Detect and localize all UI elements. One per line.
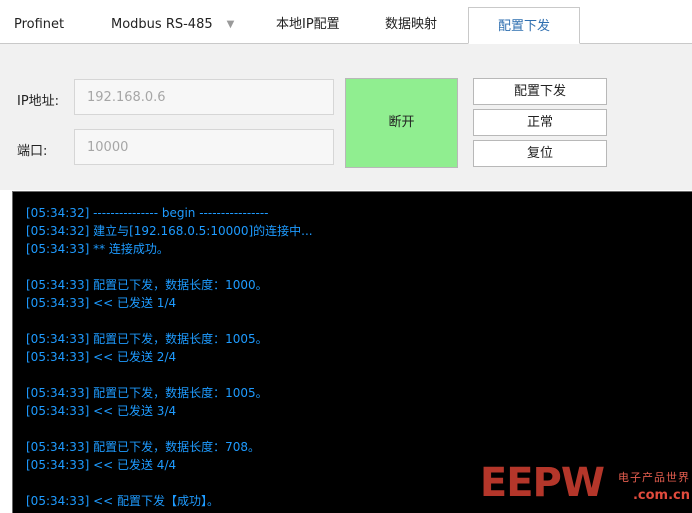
ip-address-label: IP地址: [17, 94, 60, 109]
log-line: [05:34:32] --------------- begin -------… [26, 206, 269, 220]
log-line: [05:34:33] << 已发送 2/4 [26, 350, 177, 364]
log-line: [05:34:32] 建立与[192.168.0.5:10000]的连接中... [26, 224, 313, 238]
tab-modbus-rs485[interactable]: Modbus RS-485 ▼ [111, 0, 234, 43]
log-console: [05:34:32] --------------- begin -------… [12, 191, 692, 513]
reset-button[interactable]: 复位 [473, 140, 607, 167]
log-line: [05:34:33] << 已发送 3/4 [26, 404, 177, 418]
dropdown-arrow-icon[interactable]: ▼ [227, 19, 235, 30]
log-line [26, 420, 313, 438]
eepw-watermark-logo: EEPW [479, 460, 605, 506]
log-list: [05:34:32] --------------- begin -------… [26, 204, 313, 510]
connection-panel: IP地址: 端口: 断开 配置下发 正常 复位 [0, 44, 692, 190]
log-line [26, 366, 313, 384]
tab-bar: Profinet Modbus RS-485 ▼ 本地IP配置 数据映射 配置下发 [0, 0, 692, 44]
log-line [26, 312, 313, 330]
tab-local-ip-config[interactable]: 本地IP配置 [276, 0, 340, 43]
log-line: [05:34:33] 配置已下发，数据长度：1005。 [26, 386, 268, 400]
port-input[interactable] [74, 129, 334, 165]
log-line: [05:34:33] << 已发送 1/4 [26, 296, 177, 310]
tab-label: Profinet [14, 17, 65, 32]
tab-label: Modbus RS-485 [111, 17, 213, 32]
tab-config-deploy[interactable]: 配置下发 [468, 7, 580, 44]
log-line: [05:34:33] 配置已下发，数据长度：708。 [26, 440, 260, 454]
watermark-domain: .com.cn [632, 488, 690, 503]
log-line: [05:34:33] 配置已下发，数据长度：1005。 [26, 332, 268, 346]
log-line: [05:34:33] ** 连接成功。 [26, 242, 169, 256]
log-line: [05:34:33] << 已发送 4/4 [26, 458, 177, 472]
tab-data-mapping[interactable]: 数据映射 [385, 0, 437, 43]
log-line [26, 474, 313, 492]
log-line: [05:34:33] << 配置下发【成功】。 [26, 494, 219, 508]
tab-label: 本地IP配置 [276, 17, 340, 32]
tab-profinet[interactable]: Profinet [14, 0, 64, 43]
tab-label: 配置下发 [497, 19, 550, 34]
watermark-tagline: 电子产品世界 [618, 471, 690, 484]
disconnect-button[interactable]: 断开 [345, 78, 458, 168]
port-label: 端口: [17, 144, 48, 159]
log-line: [05:34:33] 配置已下发，数据长度：1000。 [26, 278, 268, 292]
deploy-config-button[interactable]: 配置下发 [473, 78, 607, 105]
normal-button[interactable]: 正常 [473, 109, 607, 136]
ip-address-input[interactable] [74, 79, 334, 115]
log-line [26, 258, 313, 276]
tab-label: 数据映射 [385, 17, 438, 32]
